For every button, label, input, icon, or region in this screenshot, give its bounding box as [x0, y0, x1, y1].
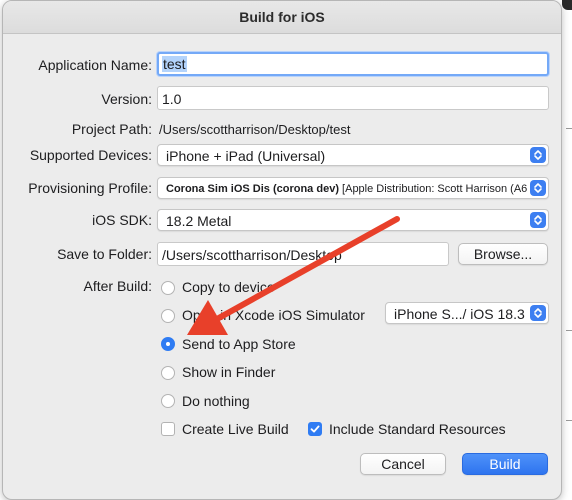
option-copy-to-device-label: Copy to device: [182, 279, 275, 295]
radio-send-to-app-store[interactable]: [161, 337, 175, 351]
option-send-to-app-store-label: Send to App Store: [182, 336, 296, 352]
ios-sdk-value: 18.2 Metal: [166, 213, 232, 229]
browse-button[interactable]: Browse...: [458, 243, 548, 265]
background-tick: [566, 420, 572, 421]
dialog-title: Build for iOS: [3, 1, 561, 34]
cancel-button[interactable]: Cancel: [360, 453, 446, 475]
create-live-build-label: Create Live Build: [182, 421, 289, 437]
app-name-label: Application Name:: [38, 57, 152, 73]
radio-show-in-finder[interactable]: [161, 366, 175, 380]
supported-devices-value: iPhone + iPad (Universal): [166, 148, 326, 164]
chevron-updown-icon: [530, 180, 546, 196]
app-name-field[interactable]: test: [157, 52, 549, 76]
provisioning-profile-name: Corona Sim iOS Dis (corona dev): [166, 183, 339, 195]
provisioning-profile-popup[interactable]: Corona Sim iOS Dis (corona dev) [Apple D…: [157, 177, 549, 199]
create-live-build-checkbox[interactable]: [161, 422, 175, 436]
version-field[interactable]: 1.0: [157, 86, 549, 110]
radio-do-nothing[interactable]: [161, 394, 175, 408]
save-folder-field[interactable]: /Users/scottharrison/Desktop: [157, 242, 449, 266]
background-tick: [566, 330, 572, 331]
provisioning-profile-label: Provisioning Profile:: [28, 180, 152, 196]
version-label: Version:: [101, 91, 152, 107]
build-dialog: Build for iOS Application Name: test Ver…: [2, 0, 562, 500]
radio-copy-to-device[interactable]: [161, 281, 175, 295]
option-open-in-simulator-label: Open in Xcode iOS Simulator: [182, 307, 365, 323]
include-standard-resources-label: Include Standard Resources: [329, 421, 506, 437]
radio-open-in-simulator[interactable]: [161, 309, 175, 323]
option-show-in-finder-label: Show in Finder: [182, 364, 276, 380]
provisioning-profile-detail: [Apple Distribution: Scott Harrison (A6: [342, 183, 528, 195]
chevron-updown-icon: [530, 305, 546, 321]
background-window-fragment: [562, 0, 572, 10]
ios-sdk-popup[interactable]: 18.2 Metal: [157, 209, 549, 231]
after-build-label: After Build:: [83, 278, 152, 294]
simulator-popup[interactable]: iPhone S.../ iOS 18.3: [385, 302, 549, 324]
background-tick: [566, 128, 572, 129]
supported-devices-label: Supported Devices:: [29, 147, 152, 163]
build-button[interactable]: Build: [462, 453, 548, 475]
include-standard-resources-checkbox[interactable]: [308, 422, 322, 436]
checkmark-icon: [310, 425, 320, 433]
project-path-value: /Users/scottharrison/Desktop/test: [159, 122, 351, 137]
simulator-value: iPhone S.../ iOS 18.3: [394, 306, 525, 322]
project-path-label: Project Path:: [71, 121, 152, 137]
app-name-value: test: [162, 56, 187, 72]
option-do-nothing-label: Do nothing: [182, 393, 250, 409]
save-folder-label: Save to Folder:: [57, 246, 152, 262]
ios-sdk-label: iOS SDK:: [92, 212, 152, 228]
chevron-updown-icon: [530, 212, 546, 228]
chevron-updown-icon: [530, 147, 546, 163]
supported-devices-popup[interactable]: iPhone + iPad (Universal): [157, 144, 549, 166]
